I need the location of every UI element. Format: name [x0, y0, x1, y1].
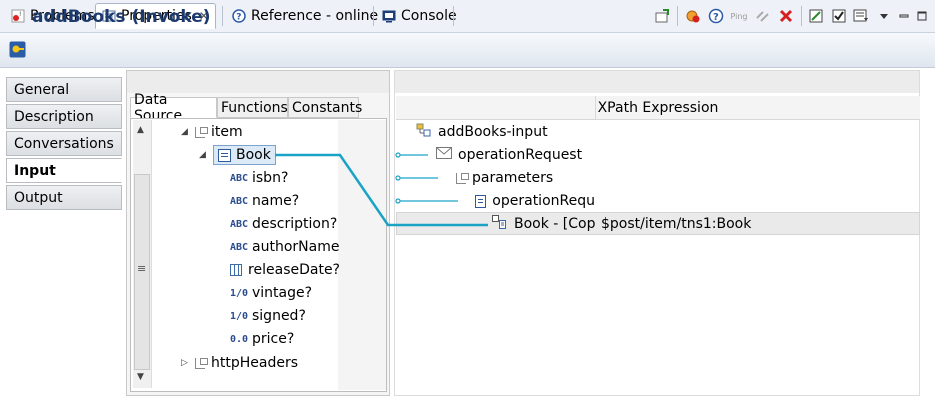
mapping-line-book[interactable] [275, 153, 488, 227]
mapping-lines [275, 152, 488, 227]
connector-dot [395, 198, 401, 204]
connector-dot [395, 152, 401, 158]
connector-dot [395, 175, 401, 181]
